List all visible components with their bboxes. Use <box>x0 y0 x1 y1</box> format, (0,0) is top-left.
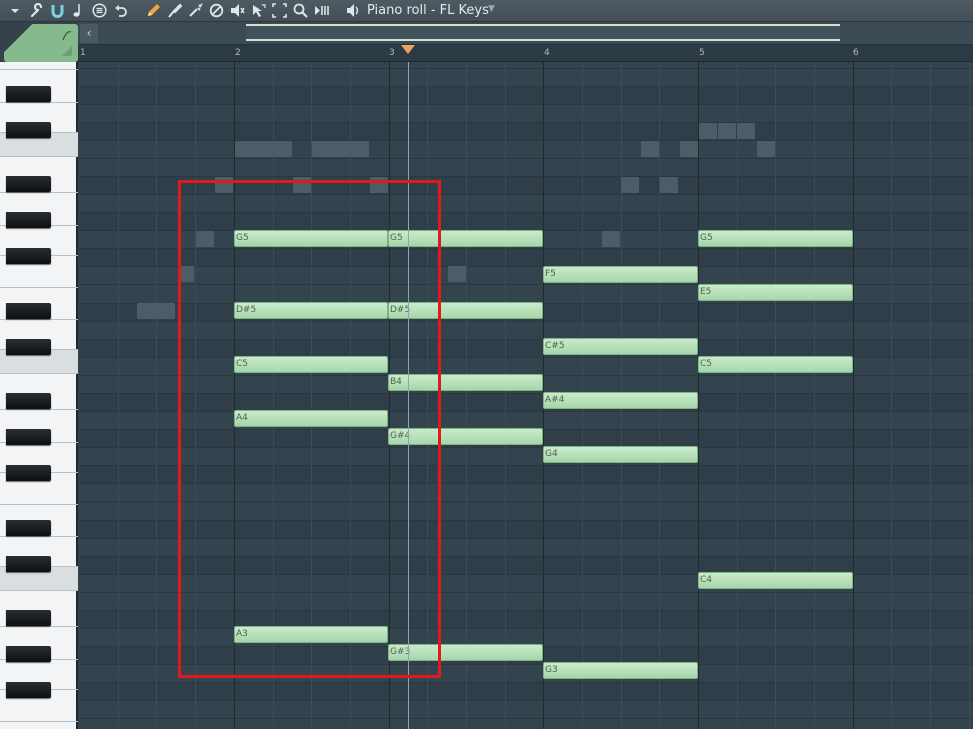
undo-icon[interactable] <box>113 2 127 19</box>
select-icon[interactable] <box>250 2 266 19</box>
horizontal-scroll-thumb[interactable] <box>246 24 840 41</box>
menu-arrow-icon[interactable] <box>9 2 21 19</box>
bar-number: 4 <box>544 48 550 58</box>
ghost-note <box>448 266 466 282</box>
piano-roll-toolbar: Piano roll - FL Keys ▼ <box>0 0 973 22</box>
ghost-note <box>641 141 659 157</box>
black-key[interactable] <box>6 176 51 192</box>
speaker-icon[interactable] <box>345 2 361 19</box>
ghost-note <box>602 231 620 247</box>
note[interactable]: E5 <box>698 284 853 301</box>
zoom-select-icon[interactable] <box>271 2 287 19</box>
playhead-marker[interactable] <box>401 45 415 54</box>
brush-icon[interactable] <box>166 2 182 19</box>
note[interactable]: C#5 <box>543 338 698 355</box>
slice-icon[interactable] <box>229 2 245 19</box>
ghost-note <box>660 177 678 193</box>
ghost-note <box>757 141 775 157</box>
black-key[interactable] <box>6 122 51 138</box>
tool-tab-icon <box>62 31 72 56</box>
note[interactable]: A#4 <box>543 392 698 409</box>
ghost-note <box>737 123 755 139</box>
delete-icon[interactable] <box>187 2 203 19</box>
black-key[interactable] <box>6 86 51 102</box>
bar-number: 6 <box>853 48 859 58</box>
scroll-left-button[interactable]: ‹ <box>80 24 98 43</box>
time-ruler[interactable]: 1 2 3 4 5 6 <box>78 45 973 62</box>
piano-roll-title[interactable]: Piano roll - FL Keys <box>367 2 489 19</box>
zoom-icon[interactable] <box>292 2 308 19</box>
bar-number: 5 <box>699 48 705 58</box>
note[interactable]: G3 <box>543 662 698 679</box>
tool-tab[interactable] <box>4 24 78 62</box>
black-key[interactable] <box>6 610 51 626</box>
ghost-note <box>137 303 175 319</box>
magnet-icon[interactable] <box>49 2 65 19</box>
bar-number: 3 <box>389 48 395 58</box>
stamp-icon[interactable] <box>91 2 107 19</box>
note[interactable]: G5 <box>698 230 853 247</box>
ghost-note <box>699 123 717 139</box>
black-key[interactable] <box>6 212 51 228</box>
black-key[interactable] <box>6 520 51 536</box>
note[interactable]: C4 <box>698 572 853 589</box>
title-dropdown-icon[interactable]: ▼ <box>488 4 495 14</box>
ghost-note <box>680 141 698 157</box>
black-key[interactable] <box>6 682 51 698</box>
black-key[interactable] <box>6 465 51 481</box>
mute-icon[interactable] <box>208 2 224 19</box>
ghost-note <box>621 177 639 193</box>
wrench-icon[interactable] <box>28 2 44 19</box>
selection-box <box>178 180 441 678</box>
note[interactable]: C5 <box>698 356 853 373</box>
black-key[interactable] <box>6 393 51 409</box>
note[interactable]: G4 <box>543 446 698 463</box>
ghost-note <box>312 141 369 157</box>
bar-number: 1 <box>80 48 86 58</box>
black-key[interactable] <box>6 339 51 355</box>
note-icon[interactable] <box>71 2 83 19</box>
pencil-icon[interactable] <box>145 2 161 19</box>
black-key[interactable] <box>6 429 51 445</box>
black-key[interactable] <box>6 646 51 662</box>
playback-icon[interactable] <box>313 2 329 19</box>
black-key[interactable] <box>6 303 51 319</box>
note[interactable]: F5 <box>543 266 698 283</box>
black-key[interactable] <box>6 556 51 572</box>
bar-number: 2 <box>235 48 241 58</box>
piano-keyboard[interactable] <box>0 62 78 729</box>
black-key[interactable] <box>6 248 51 264</box>
ghost-note <box>235 141 292 157</box>
ghost-note <box>718 123 736 139</box>
